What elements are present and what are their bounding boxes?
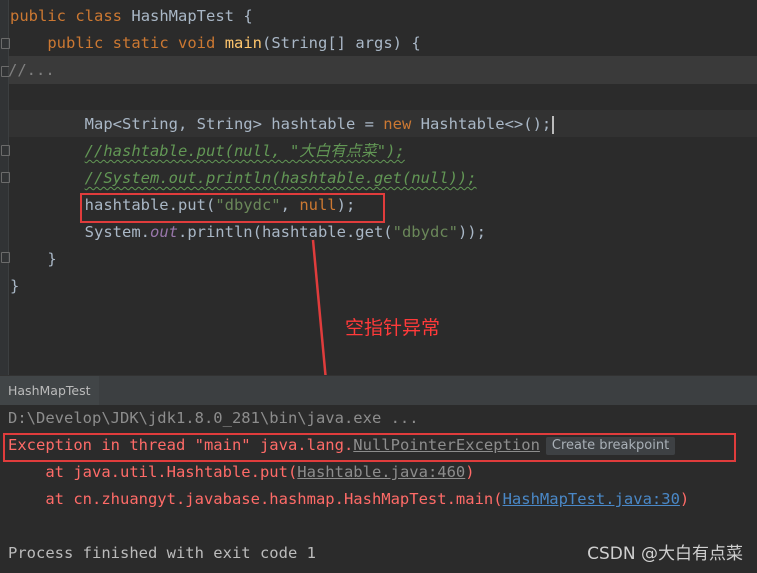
csdn-watermark: CSDN @大白有点菜 (587, 544, 743, 564)
console-stack-line-2: at cn.zhuangyt.javabase.hashmap.HashMapT… (8, 490, 690, 508)
console-command-line: D:\Develop\JDK\jdk1.8.0_281\bin\java.exe… (8, 409, 419, 427)
highlight-box-exception (3, 433, 736, 462)
stack-link-hashmaptest[interactable]: HashMapTest.java:30 (503, 490, 680, 508)
run-panel-header: HashMapTest (0, 375, 757, 408)
console-stack-line-1: at java.util.Hashtable.put(Hashtable.jav… (8, 463, 475, 481)
tab-hashmaptest[interactable]: HashMapTest (0, 376, 99, 408)
stack-link-hashtable[interactable]: Hashtable.java:460 (297, 463, 465, 481)
console-exit-line: Process finished with exit code 1 (8, 544, 316, 562)
